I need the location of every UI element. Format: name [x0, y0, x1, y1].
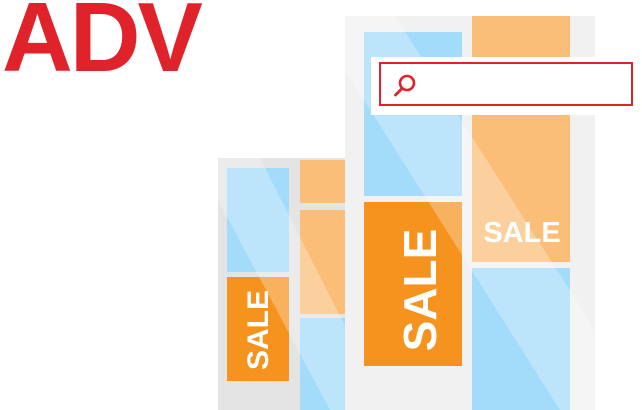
search-field[interactable]: [379, 62, 633, 106]
sale-label-right: SALE: [483, 217, 560, 249]
sale-label-small: SALE: [242, 290, 275, 370]
sale-label-large: SALE: [394, 229, 446, 352]
search-input[interactable]: [425, 70, 629, 100]
search-bar: [371, 57, 637, 115]
back-page: SALE: [218, 158, 352, 410]
search-icon[interactable]: [392, 73, 418, 99]
back-tile-orange-top: [300, 160, 348, 203]
